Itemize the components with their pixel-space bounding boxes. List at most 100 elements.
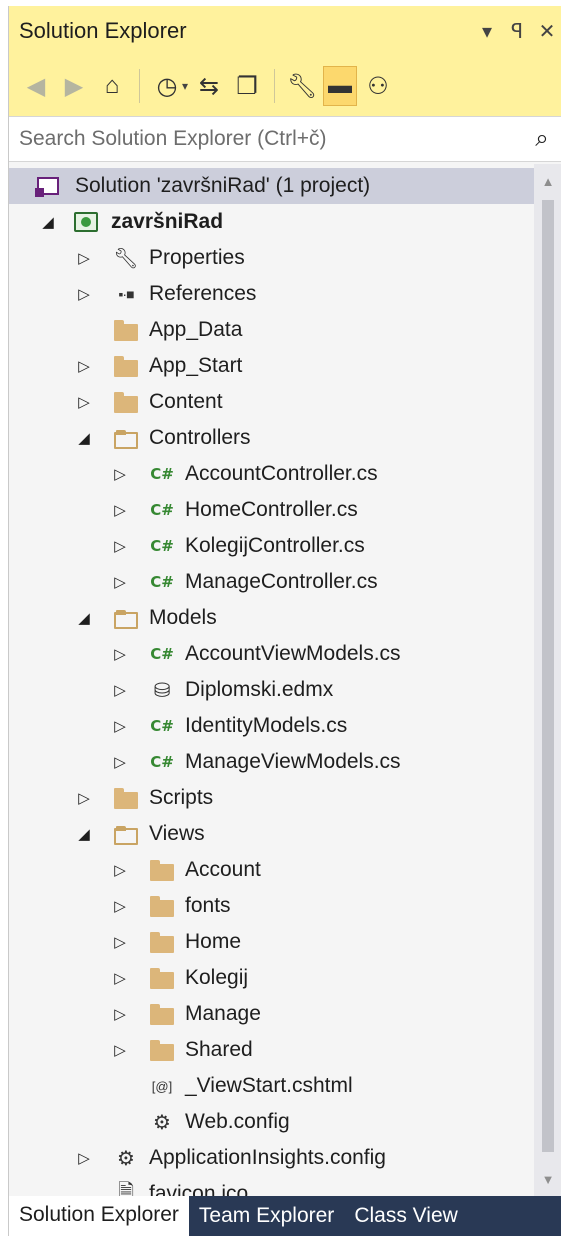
collapsed-arrow-icon[interactable]: ▷ xyxy=(111,969,129,987)
tree-item-label: fonts xyxy=(185,894,231,917)
history-icon[interactable]: ◷ xyxy=(150,66,184,106)
csharp-file-icon: C# xyxy=(150,645,174,663)
tree-item-folder[interactable]: ▷ Manage xyxy=(9,996,534,1032)
tree-item-file[interactable]: ▷ ⛁ Diplomski.edmx xyxy=(9,672,534,708)
scroll-up-icon[interactable]: ▲ xyxy=(534,168,561,194)
folder-icon xyxy=(149,930,175,954)
scrollbar-thumb[interactable] xyxy=(542,200,554,1152)
home-icon[interactable]: ⌂ xyxy=(95,66,129,106)
expanded-arrow-icon[interactable]: ◢ xyxy=(75,429,93,447)
razor-file-icon: [@] xyxy=(151,1078,173,1094)
tree-item-label: Views xyxy=(149,822,205,845)
collapsed-arrow-icon[interactable]: ▷ xyxy=(111,501,129,519)
collapsed-arrow-icon[interactable]: ▷ xyxy=(111,573,129,591)
tree-item-file[interactable]: ▷ C# AccountController.cs xyxy=(9,456,534,492)
tree-item-folder[interactable]: ▷ Kolegij xyxy=(9,960,534,996)
collapsed-arrow-icon[interactable]: ▷ xyxy=(111,1005,129,1023)
tree-item-references[interactable]: ▷ ▪·■ References xyxy=(9,276,534,312)
properties-wrench-icon[interactable]: 🔧︎ xyxy=(285,66,319,106)
forward-icon[interactable]: ▶ xyxy=(57,66,91,106)
preview-icon[interactable]: ⚇ xyxy=(361,66,395,106)
collapsed-arrow-icon[interactable]: ▷ xyxy=(111,717,129,735)
image-file-icon: 🗎︎ xyxy=(117,1181,135,1196)
close-icon[interactable]: ✕ xyxy=(532,16,561,46)
search-icon[interactable]: ⌕ xyxy=(522,125,561,153)
tree-item-properties[interactable]: ▷ 🔧︎ Properties xyxy=(9,240,534,276)
collapsed-arrow-icon[interactable]: ▷ xyxy=(111,933,129,951)
collapsed-arrow-icon[interactable]: ▷ xyxy=(75,249,93,267)
collapsed-arrow-icon[interactable]: ▷ xyxy=(111,537,129,555)
tree-item-views[interactable]: ◢ Views xyxy=(9,816,534,852)
collapsed-arrow-icon[interactable]: ▷ xyxy=(111,681,129,699)
collapsed-arrow-icon[interactable]: ▷ xyxy=(75,789,93,807)
tree-item-app-data[interactable]: App_Data xyxy=(9,312,534,348)
open-folder-icon xyxy=(113,822,139,846)
collapsed-arrow-icon[interactable]: ▷ xyxy=(75,285,93,303)
tree-item-file[interactable]: ▷ C# KolegijController.cs xyxy=(9,528,534,564)
tab-class-view[interactable]: Class View xyxy=(344,1196,467,1236)
tree-item-scripts[interactable]: ▷ Scripts xyxy=(9,780,534,816)
tree-item-file[interactable]: ▷ C# AccountViewModels.cs xyxy=(9,636,534,672)
csharp-file-icon: C# xyxy=(150,573,174,591)
collapsed-arrow-icon[interactable]: ▷ xyxy=(75,357,93,375)
tree-item-label: Home xyxy=(185,930,242,953)
collapse-all-icon[interactable]: ❐ xyxy=(230,66,264,106)
tree-item-label: References xyxy=(149,282,257,305)
tree-item-solution[interactable]: Solution 'završniRad' (1 project) xyxy=(9,168,534,204)
tree-item-file[interactable]: ▷ ⚙ ApplicationInsights.config xyxy=(9,1140,534,1176)
open-folder-icon xyxy=(113,426,139,450)
back-icon[interactable]: ◀ xyxy=(19,66,53,106)
collapsed-arrow-icon[interactable]: ▷ xyxy=(111,897,129,915)
tree-item-label: Manage xyxy=(185,1002,261,1025)
config-file-icon: ⚙ xyxy=(153,1111,171,1134)
expanded-arrow-icon[interactable]: ◢ xyxy=(75,825,93,843)
folder-icon xyxy=(113,318,139,342)
show-all-files-icon[interactable]: ▬ xyxy=(323,66,358,106)
search-input[interactable] xyxy=(9,117,522,161)
tree-item-models[interactable]: ◢ Models xyxy=(9,600,534,636)
collapsed-arrow-icon[interactable]: ▷ xyxy=(111,1041,129,1059)
tree-item-file[interactable]: ▷ C# HomeController.cs xyxy=(9,492,534,528)
tree-item-label: ApplicationInsights.config xyxy=(149,1146,386,1169)
collapsed-arrow-icon[interactable]: ▷ xyxy=(75,1149,93,1167)
tree-item-file[interactable]: ▷ C# ManageViewModels.cs xyxy=(9,744,534,780)
vertical-scrollbar[interactable]: ▲ ▼ xyxy=(534,164,561,1196)
tree-item-label: Content xyxy=(149,390,223,413)
csharp-file-icon: C# xyxy=(150,753,174,771)
tree-item-label: AccountController.cs xyxy=(185,462,378,485)
tree-item-label: App_Data xyxy=(149,318,243,341)
csharp-file-icon: C# xyxy=(150,501,174,519)
search-bar: ⌕ xyxy=(9,116,561,162)
tree-item-folder[interactable]: ▷ Shared xyxy=(9,1032,534,1068)
window-dropdown-icon[interactable]: ▾ xyxy=(472,16,502,46)
pin-icon[interactable]: ꟼ xyxy=(502,16,532,46)
expanded-arrow-icon[interactable]: ◢ xyxy=(75,609,93,627)
collapsed-arrow-icon[interactable]: ▷ xyxy=(111,861,129,879)
tree-item-controllers[interactable]: ◢ Controllers xyxy=(9,420,534,456)
tree-item-folder[interactable]: ▷ fonts xyxy=(9,888,534,924)
tab-team-explorer[interactable]: Team Explorer xyxy=(189,1196,344,1236)
collapsed-arrow-icon[interactable]: ▷ xyxy=(111,645,129,663)
tree-item-app-start[interactable]: ▷ App_Start xyxy=(9,348,534,384)
tab-solution-explorer[interactable]: Solution Explorer xyxy=(9,1196,189,1236)
web-project-icon xyxy=(73,210,99,234)
tree-item-file[interactable]: [@] _ViewStart.cshtml xyxy=(9,1068,534,1104)
tree-item-project[interactable]: ◢ završniRad xyxy=(9,204,534,240)
tree-item-folder[interactable]: ▷ Account xyxy=(9,852,534,888)
tree-item-content[interactable]: ▷ Content xyxy=(9,384,534,420)
tree-item-label: Shared xyxy=(185,1038,253,1061)
expanded-arrow-icon[interactable]: ◢ xyxy=(39,213,57,231)
tree-item-file[interactable]: ▷ C# IdentityModels.cs xyxy=(9,708,534,744)
toolbar-divider xyxy=(139,69,140,103)
history-dropdown-icon[interactable]: ▾ xyxy=(182,79,188,93)
collapsed-arrow-icon[interactable]: ▷ xyxy=(111,465,129,483)
tree-item-file[interactable]: ▷ C# ManageController.cs xyxy=(9,564,534,600)
scroll-down-icon[interactable]: ▼ xyxy=(534,1166,561,1192)
collapsed-arrow-icon[interactable]: ▷ xyxy=(111,753,129,771)
tree-item-file[interactable]: ⚙ Web.config xyxy=(9,1104,534,1140)
tree-item-file[interactable]: 🗎︎ favicon.ico xyxy=(9,1176,534,1196)
folder-icon xyxy=(149,1002,175,1026)
tree-item-folder[interactable]: ▷ Home xyxy=(9,924,534,960)
sync-icon[interactable]: ⇆ xyxy=(192,66,226,106)
collapsed-arrow-icon[interactable]: ▷ xyxy=(75,393,93,411)
